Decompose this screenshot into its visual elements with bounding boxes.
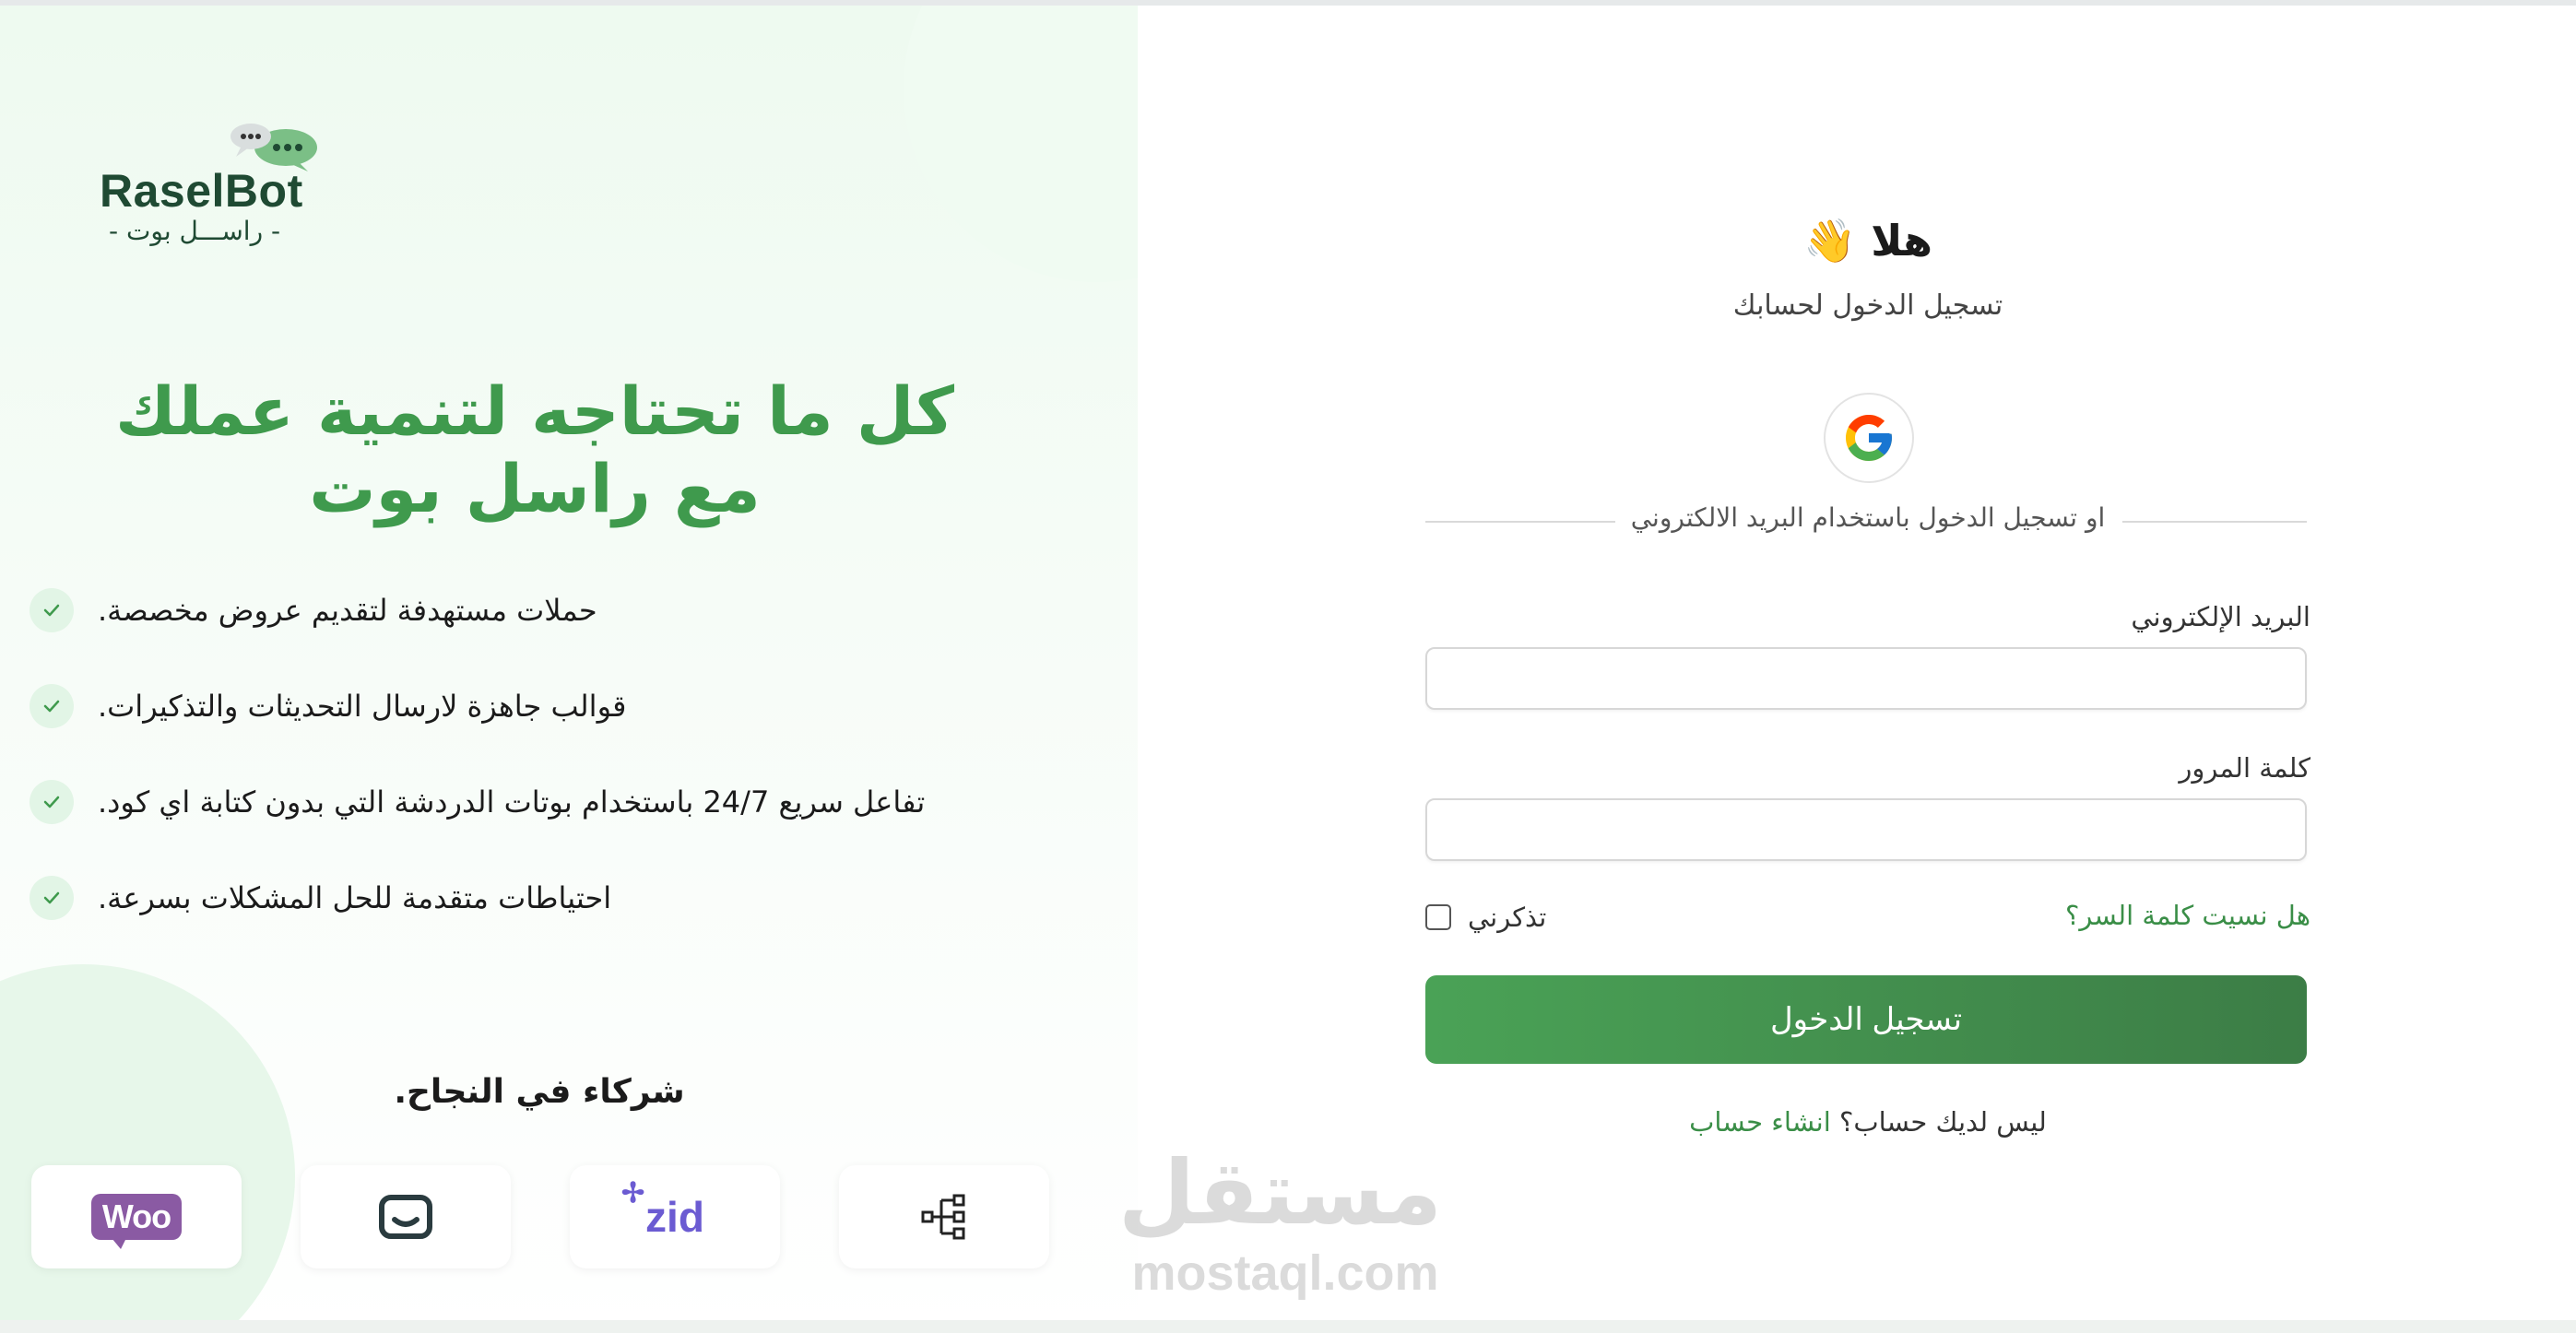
forgot-password-link[interactable]: هل نسيت كلمة السر؟ [2065,900,2310,931]
google-login-button[interactable] [1824,393,1914,483]
divider-line [2122,521,2307,523]
watermark-arabic: مستقل [1117,1141,1442,1245]
greeting-title: هلا 👋 [1802,216,1933,265]
login-subtitle: تسجيل الدخول لحسابك [1732,289,2003,322]
watermark: مستقل mostaql.com [1117,1141,1442,1307]
decor-circle [0,964,295,1333]
partner-salla[interactable] [301,1165,511,1268]
partner-zid[interactable]: ✢ zid [570,1165,780,1268]
check-icon [30,780,74,824]
remember-me[interactable]: تذكرني [1425,902,1546,933]
login-button[interactable]: تسجيل الدخول [1425,975,2307,1064]
partner-woocommerce[interactable]: Woo [31,1165,242,1268]
network-nodes-icon [921,1194,965,1240]
check-icon [30,588,74,632]
feature-item: حملات مستهدفة لتقديم عروض مخصصة. [30,584,597,636]
feature-item: قوالب جاهزة لارسال التحديثات والتذكيرات. [30,680,626,732]
check-icon [30,684,74,728]
no-account-text: ليس لديك حساب؟ [1838,1106,2047,1138]
decor-circle [904,6,1138,282]
check-icon [30,876,74,920]
watermark-latin: mostaql.com [1131,1245,1439,1301]
feature-item: احتياطات متقدمة للحل المشكلات بسرعة. [30,872,611,924]
feature-item: تفاعل سريع 24/7 باستخدام بوتات الدردشة ا… [30,776,925,828]
password-label: كلمة المرور [2179,752,2310,784]
signup-link[interactable]: انشاء حساب [1689,1106,1831,1138]
email-field[interactable] [1425,647,2307,710]
hero-title: كل ما تحتاجه لتنمية عملك مع راسل بوت [115,372,954,527]
google-icon [1846,415,1892,461]
signup-prompt: ليس لديك حساب؟ انشاء حساب [1425,1106,2310,1138]
salla-icon [379,1195,432,1239]
email-label: البريد الإلكتروني [2131,601,2310,632]
partners-title: شركاء في النجاح. [394,1073,685,1111]
brand-logo[interactable]: RaselBot - راســـل بوت - [100,120,321,249]
feature-text: حملات مستهدفة لتقديم عروض مخصصة. [98,593,597,628]
woocommerce-icon: Woo [90,1194,183,1249]
remember-label: تذكرني [1468,902,1547,933]
feature-text: تفاعل سريع 24/7 باستخدام بوتات الدردشة ا… [98,784,926,820]
divider-text: او تسجيل الدخول باستخدام البريد الالكترو… [1628,502,2108,533]
bottom-strip [0,1320,2576,1333]
feature-text: قوالب جاهزة لارسال التحديثات والتذكيرات. [98,689,627,724]
promo-panel: RaselBot - راســـل بوت - كل ما تحتاجه لت… [0,6,1138,1333]
remember-checkbox[interactable] [1425,904,1451,930]
feature-text: احتياطات متقدمة للحل المشكلات بسرعة. [98,880,612,915]
login-form: هلا 👋 تسجيل الدخول لحسابك او تسجيل الدخو… [1425,184,2310,1198]
brand-name: RaselBot [100,165,303,217]
brand-arabic-name: - راســـل بوت - [109,216,281,246]
password-field[interactable] [1425,798,2307,861]
divider-line [1425,521,1615,523]
zid-icon: ✢ zid [621,1178,704,1241]
partner-nodes[interactable] [839,1165,1049,1268]
